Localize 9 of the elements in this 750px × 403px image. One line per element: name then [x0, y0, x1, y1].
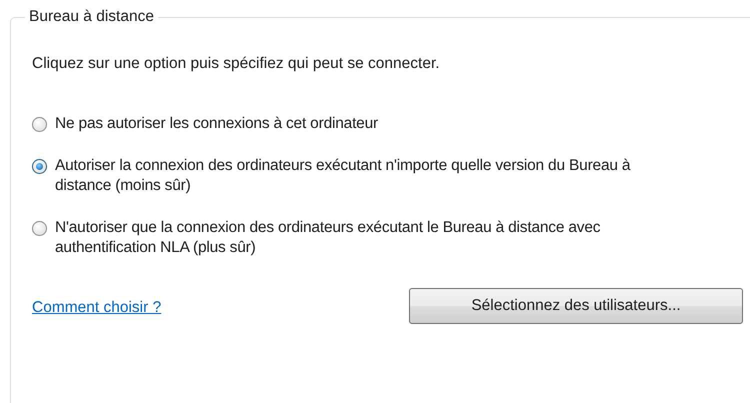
instruction-text: Cliquez sur une option puis spécifiez qui peut se connecter.	[32, 54, 441, 74]
radio-button[interactable]	[32, 159, 47, 174]
radio-button[interactable]	[32, 221, 47, 236]
select-users-button[interactable]: Sélectionnez des utilisateurs...	[409, 288, 743, 324]
radio-button[interactable]	[32, 117, 47, 132]
radio-label: Autoriser la connexion des ordinateurs exécutant n'importe quelle version du Bureau à distance (moins sûr)	[55, 156, 632, 196]
radio-label: N'autoriser que la connexion des ordinateurs exécutant le Bureau à distance avec authentification NLA (plus sûr)	[55, 218, 602, 258]
help-link[interactable]: Comment choisir ?	[32, 299, 162, 317]
radio-label: Ne pas autoriser les connexions à cet ordinateur	[55, 114, 378, 134]
